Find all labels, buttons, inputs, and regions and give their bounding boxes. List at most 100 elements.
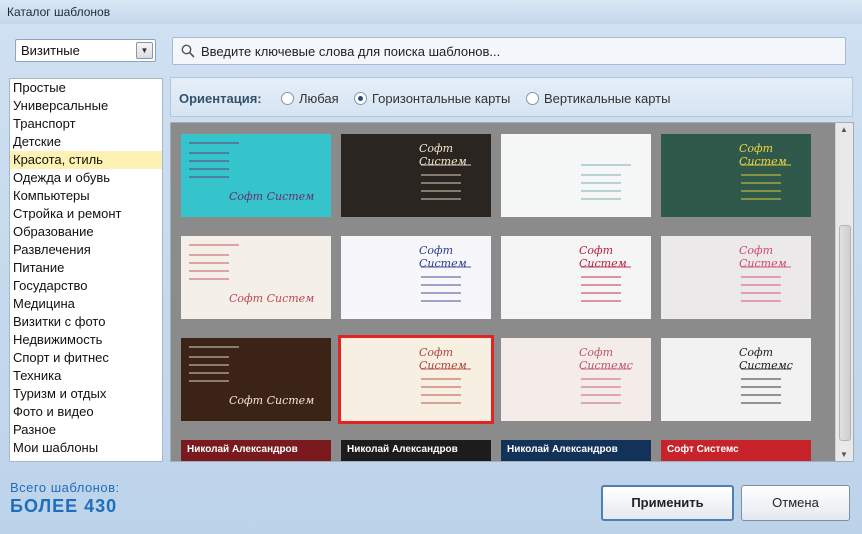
template-card-text-line xyxy=(581,292,621,294)
orientation-option-any[interactable]: Любая xyxy=(281,91,339,106)
template-card-text-line xyxy=(189,278,229,280)
orientation-option-label: Горизонтальные карты xyxy=(372,91,511,106)
scrollbar-thumb[interactable] xyxy=(839,225,851,441)
template-card-text-line xyxy=(421,182,461,184)
template-card-text-line xyxy=(741,394,781,396)
sidebar-item[interactable]: Медицина xyxy=(10,295,162,313)
template-card-text-line xyxy=(189,142,239,144)
orientation-panel: Ориентация: Любая Горизонтальные карты В… xyxy=(170,77,853,117)
category-select-value: Визитные xyxy=(21,43,80,58)
template-card[interactable] xyxy=(501,134,651,217)
template-card-text-line xyxy=(189,176,229,178)
sidebar-item[interactable]: Образование xyxy=(10,223,162,241)
template-card[interactable]: Софт Систем xyxy=(661,236,811,319)
template-card-title: Софт Систем xyxy=(229,190,315,203)
sidebar-item[interactable]: Недвижимость xyxy=(10,331,162,349)
scroll-up-icon[interactable]: ▲ xyxy=(840,125,848,134)
template-card-text-line xyxy=(421,266,471,268)
radio-horizontal[interactable] xyxy=(354,92,367,105)
template-card-text-line xyxy=(421,164,471,166)
category-select[interactable]: Визитные ▼ xyxy=(15,39,156,62)
template-card-text-line xyxy=(581,402,621,404)
template-card-text-line xyxy=(581,386,621,388)
cancel-button[interactable]: Отмена xyxy=(741,485,850,521)
category-list[interactable]: Простые Универсальные Транспорт Детские Крас… xyxy=(9,78,163,462)
template-card[interactable]: Софт Систем xyxy=(181,134,331,217)
template-card[interactable]: Софт Систем xyxy=(341,236,491,319)
sidebar-item[interactable]: Питание xyxy=(10,259,162,277)
orientation-option-vertical[interactable]: Вертикальные карты xyxy=(526,91,670,106)
sidebar-item[interactable]: Визитки с фото xyxy=(10,313,162,331)
total-templates-value: БОЛЕЕ 430 xyxy=(10,496,118,516)
template-card[interactable]: Николай Александров xyxy=(181,440,331,461)
template-card-text-line xyxy=(581,182,621,184)
window-title: Каталог шаблонов xyxy=(0,0,862,24)
orientation-label: Ориентация: xyxy=(179,91,262,106)
template-card-text-line xyxy=(189,364,229,366)
template-card-text-line xyxy=(581,276,621,278)
chevron-down-icon[interactable]: ▼ xyxy=(136,42,153,59)
template-card[interactable]: Софт Систем xyxy=(338,335,494,424)
template-card[interactable]: Софт Системс xyxy=(661,440,811,461)
grid-scrollbar[interactable]: ▲ ▼ xyxy=(835,123,853,461)
template-card-text-line xyxy=(741,174,781,176)
template-card-text-line xyxy=(741,190,781,192)
sidebar-item[interactable]: Простые xyxy=(10,79,162,97)
sidebar-item[interactable]: Спорт и фитнес xyxy=(10,349,162,367)
template-card-text-line xyxy=(581,198,621,200)
template-card-text-line xyxy=(189,152,229,154)
template-card-text-line xyxy=(581,174,621,176)
sidebar-item[interactable]: Мои шаблоны xyxy=(10,439,162,457)
template-card-text-line xyxy=(421,386,461,388)
sidebar-item[interactable]: Туризм и отдых xyxy=(10,385,162,403)
template-card-title: Николай Александров xyxy=(187,444,298,455)
template-card-text-line xyxy=(741,284,781,286)
template-card[interactable]: Николай Александров xyxy=(341,440,491,461)
orientation-option-horizontal[interactable]: Горизонтальные карты xyxy=(354,91,510,106)
sidebar-item[interactable]: Компьютеры xyxy=(10,187,162,205)
apply-button[interactable]: Применить xyxy=(601,485,734,521)
template-card-text-line xyxy=(421,198,461,200)
template-card[interactable]: Софт Систем xyxy=(181,338,331,421)
search-input[interactable]: Введите ключевые слова для поиска шаблон… xyxy=(172,37,846,65)
template-card-title: Софт Систем xyxy=(229,394,315,407)
template-card-title: Николай Александров xyxy=(347,444,458,455)
template-card[interactable]: Софт Системс xyxy=(661,338,811,421)
template-card[interactable]: Николай Александров xyxy=(501,440,651,461)
template-card-text-line xyxy=(741,300,781,302)
sidebar-item[interactable]: Красота, стиль xyxy=(10,151,162,169)
template-card-text-line xyxy=(421,402,461,404)
radio-any[interactable] xyxy=(281,92,294,105)
orientation-option-label: Любая xyxy=(299,91,339,106)
template-card-text-line xyxy=(741,292,781,294)
template-card-text-line xyxy=(189,244,239,246)
template-card-text-line xyxy=(421,292,461,294)
template-card[interactable]: Софт Систем xyxy=(181,236,331,319)
sidebar-item[interactable]: Фото и видео xyxy=(10,403,162,421)
template-card-text-line xyxy=(581,300,621,302)
template-card[interactable]: Софт Систем xyxy=(341,134,491,217)
template-card-text-line xyxy=(421,368,471,370)
sidebar-item[interactable]: Разное xyxy=(10,421,162,439)
scroll-down-icon[interactable]: ▼ xyxy=(840,450,848,459)
template-card[interactable]: Софт Системс xyxy=(501,338,651,421)
template-card-text-line xyxy=(581,164,631,166)
sidebar-item[interactable]: Одежда и обувь xyxy=(10,169,162,187)
template-card-title: Николай Александров xyxy=(507,444,618,455)
sidebar-item[interactable]: Стройка и ремонт xyxy=(10,205,162,223)
sidebar-item[interactable]: Развлечения xyxy=(10,241,162,259)
sidebar-item[interactable]: Государство xyxy=(10,277,162,295)
sidebar-item[interactable]: Техника xyxy=(10,367,162,385)
template-card[interactable]: Софт Систем xyxy=(501,236,651,319)
template-card-text-line xyxy=(741,198,781,200)
search-placeholder: Введите ключевые слова для поиска шаблон… xyxy=(201,44,501,59)
sidebar-item[interactable]: Детские xyxy=(10,133,162,151)
template-card-text-line xyxy=(741,182,781,184)
template-card-text-line xyxy=(421,300,461,302)
radio-vertical[interactable] xyxy=(526,92,539,105)
template-card[interactable]: Софт Систем xyxy=(661,134,811,217)
template-card-text-line xyxy=(581,190,621,192)
sidebar-item[interactable]: Транспорт xyxy=(10,115,162,133)
template-card-text-line xyxy=(189,168,229,170)
sidebar-item[interactable]: Универсальные xyxy=(10,97,162,115)
